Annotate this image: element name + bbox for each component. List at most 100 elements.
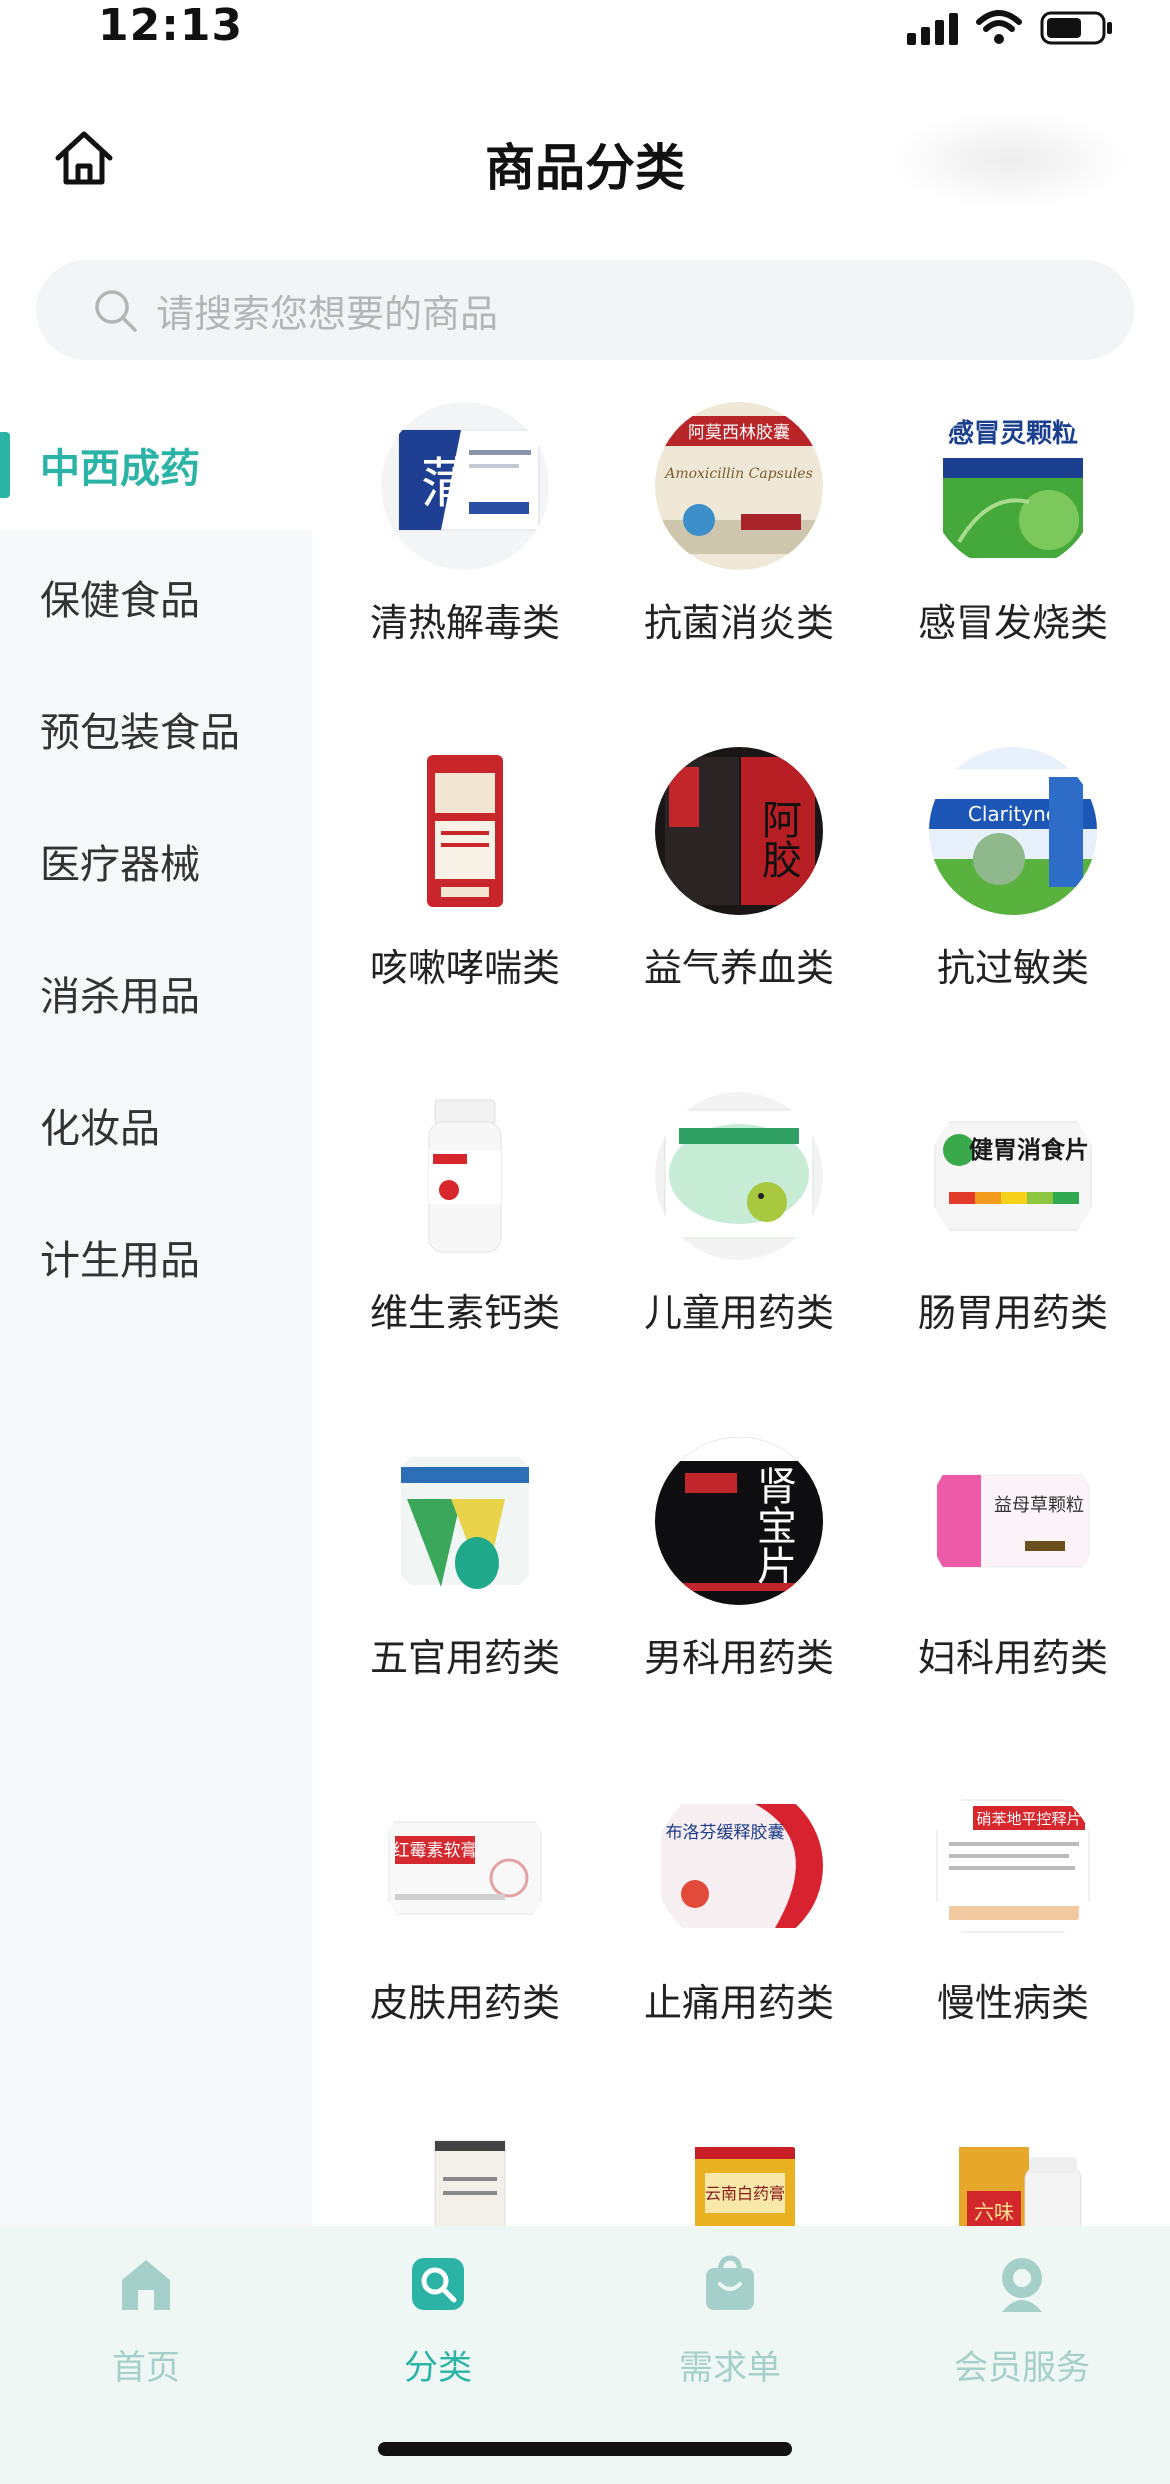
product-image: 阿莫西林胶囊 Amoxicillin Capsules	[655, 402, 823, 570]
sidebar-item-chinese-western-medicine[interactable]: 中西成药	[0, 400, 312, 530]
category-label: 皮肤用药类	[369, 1981, 560, 2025]
product-image: 阿胶	[655, 747, 823, 915]
product-image	[381, 1437, 549, 1605]
product-image-text: 阿莫西林胶囊	[688, 423, 790, 443]
product-image-text: 云南白药膏	[705, 2184, 785, 2203]
sidebar-item-label: 化妆品	[40, 1106, 160, 1152]
category-item[interactable]: 硝苯地平控释片 慢性病类	[876, 1760, 1150, 2060]
product-image: 感冒灵颗粒	[929, 402, 1097, 570]
shopping-bag-icon	[706, 2255, 754, 2310]
product-image-text: 益母草颗粒	[994, 1495, 1084, 1516]
user-icon	[1002, 2258, 1042, 2312]
battery-icon	[1040, 10, 1114, 46]
tab-member-service[interactable]: 会员服务	[876, 2240, 1168, 2390]
category-grid: 蒲 清热解毒类 阿莫西林胶囊 Amoxicillin Capsules 抗菌消炎…	[312, 380, 1170, 2226]
category-item[interactable]: 健胃消食片 肠胃用药类	[876, 1070, 1150, 1370]
product-image: 肾宝片	[655, 1437, 823, 1605]
product-image: 健胃消食片	[929, 1092, 1097, 1260]
category-item[interactable]	[328, 2105, 602, 2226]
product-image-text: Clarityne	[968, 802, 1058, 826]
status-time: 12:13	[98, 0, 244, 51]
home-icon	[122, 2260, 170, 2310]
active-indicator	[0, 432, 10, 498]
product-image	[381, 747, 549, 915]
tab-label: 需求单	[679, 2348, 781, 2388]
sidebar-item-disinfection[interactable]: 消杀用品	[0, 928, 312, 1058]
sidebar-item-label: 计生用品	[40, 1238, 200, 1284]
product-image: 六味	[929, 2127, 1097, 2226]
category-label: 抗过敏类	[936, 946, 1089, 990]
product-image-text: 蒲	[421, 452, 475, 515]
product-image-text: 红霉素软膏	[393, 1840, 478, 1861]
category-item[interactable]: 云南白药膏	[602, 2105, 876, 2226]
category-label: 抗菌消炎类	[643, 601, 834, 645]
tab-category[interactable]: 分类	[292, 2240, 584, 2390]
product-image: 红霉素软膏	[381, 1782, 549, 1950]
sidebar-item-medical-devices[interactable]: 医疗器械	[0, 796, 312, 926]
header-menu-capsule[interactable]	[890, 110, 1130, 210]
sidebar-item-label: 预包装食品	[40, 710, 240, 756]
category-label: 咳嗽哮喘类	[369, 946, 560, 990]
category-label: 妇科用药类	[917, 1636, 1108, 1680]
tab-demand-list[interactable]: 需求单	[584, 2240, 876, 2390]
search-input[interactable]: 请搜索您想要的商品	[36, 260, 1134, 360]
category-sidebar: 中西成药 保健食品 预包装食品 医疗器械 消杀用品 化妆品 计生用品	[0, 400, 312, 2226]
category-item[interactable]: 蒲 清热解毒类	[328, 380, 602, 680]
product-image: 布洛芬缓释胶囊	[655, 1782, 823, 1950]
tab-home[interactable]: 首页	[0, 2240, 292, 2390]
product-image	[655, 1092, 823, 1260]
category-item[interactable]: 红霉素软膏 皮肤用药类	[328, 1760, 602, 2060]
category-label: 清热解毒类	[369, 601, 560, 645]
category-label: 感冒发烧类	[917, 601, 1108, 645]
sidebar-item-label: 保健食品	[40, 578, 200, 624]
status-bar: 12:13	[0, 0, 1170, 60]
product-image-text: 硝苯地平控释片	[976, 1810, 1081, 1828]
svg-text:Amoxicillin Capsules: Amoxicillin Capsules	[663, 466, 813, 482]
category-label: 止痛用药类	[643, 1981, 834, 2025]
category-item[interactable]: 维生素钙类	[328, 1070, 602, 1370]
sidebar-item-label: 医疗器械	[40, 842, 200, 888]
category-item[interactable]: 五官用药类	[328, 1415, 602, 1715]
product-image-text: 六味	[974, 2200, 1014, 2224]
search-icon	[95, 290, 137, 332]
category-label: 五官用药类	[369, 1636, 560, 1680]
product-image: Clarityne	[929, 747, 1097, 915]
category-search-icon	[412, 2258, 464, 2310]
category-item[interactable]: 益母草颗粒 妇科用药类	[876, 1415, 1150, 1715]
category-item[interactable]: 布洛芬缓释胶囊 止痛用药类	[602, 1760, 876, 2060]
sidebar-item-packaged-food[interactable]: 预包装食品	[0, 664, 312, 794]
product-image: 硝苯地平控释片	[929, 1782, 1097, 1950]
category-item[interactable]: 阿胶 益气养血类	[602, 725, 876, 1025]
category-item[interactable]: 阿莫西林胶囊 Amoxicillin Capsules 抗菌消炎类	[602, 380, 876, 680]
category-item[interactable]: 六味	[876, 2105, 1150, 2226]
category-item[interactable]: 咳嗽哮喘类	[328, 725, 602, 1025]
product-image-text: 感冒灵颗粒	[948, 418, 1078, 449]
product-image	[381, 1092, 549, 1260]
sidebar-item-cosmetics[interactable]: 化妆品	[0, 1060, 312, 1190]
category-item[interactable]: 肾宝片 男科用药类	[602, 1415, 876, 1715]
category-label: 益气养血类	[643, 946, 834, 990]
tab-label: 首页	[112, 2348, 180, 2388]
product-image	[381, 2127, 549, 2226]
tab-label: 分类	[404, 2348, 472, 2388]
search-placeholder: 请搜索您想要的商品	[156, 291, 499, 336]
category-item[interactable]: 感冒灵颗粒 感冒发烧类	[876, 380, 1150, 680]
product-image: 益母草颗粒	[929, 1437, 1097, 1605]
category-item[interactable]: 儿童用药类	[602, 1070, 876, 1370]
home-indicator	[378, 2442, 792, 2456]
category-label: 慢性病类	[936, 1981, 1089, 2025]
category-label: 维生素钙类	[369, 1291, 560, 1335]
sidebar-item-health-food[interactable]: 保健食品	[0, 532, 312, 662]
signal-icon	[907, 11, 958, 45]
product-image-text: 布洛芬缓释胶囊	[666, 1823, 785, 1843]
sidebar-item-label: 消杀用品	[40, 974, 200, 1020]
wifi-icon	[976, 10, 1022, 46]
sidebar-item-family-planning[interactable]: 计生用品	[0, 1192, 312, 1322]
status-icons	[907, 8, 1114, 48]
category-item[interactable]: Clarityne 抗过敏类	[876, 725, 1150, 1025]
product-image-text: 阿胶	[755, 799, 801, 879]
category-label: 儿童用药类	[643, 1291, 834, 1335]
product-image-text: 肾宝片	[750, 1465, 796, 1585]
product-image: 云南白药膏	[655, 2127, 823, 2226]
tab-label: 会员服务	[954, 2348, 1090, 2388]
